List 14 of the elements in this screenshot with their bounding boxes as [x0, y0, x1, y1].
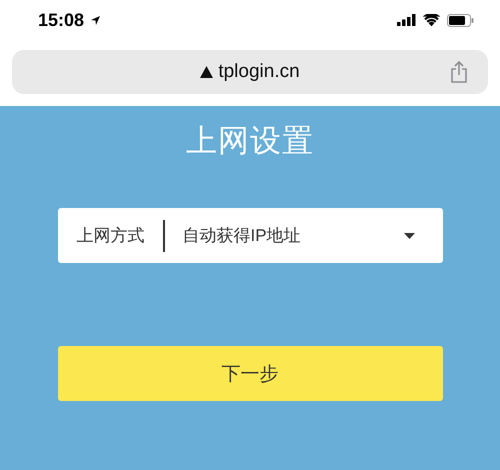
next-button[interactable]: 下一步 [58, 346, 442, 401]
caret-icon [404, 232, 414, 238]
connection-type-dropdown[interactable]: 上网方式 自动获得IP地址 [58, 208, 442, 263]
field-label: 上网方式 [76, 225, 144, 247]
status-time: 15:08 [38, 10, 84, 30]
battery-icon [447, 14, 474, 26]
signal-icon [397, 14, 416, 26]
wifi-icon [423, 14, 440, 26]
page-title: 上网设置 [186, 122, 314, 160]
location-arrow-icon [90, 14, 102, 26]
field-value: 自动获得IP地址 [182, 225, 302, 247]
warning-icon [200, 66, 214, 78]
share-icon[interactable] [450, 61, 468, 83]
address-bar[interactable]: tplogin.cn [12, 50, 488, 94]
